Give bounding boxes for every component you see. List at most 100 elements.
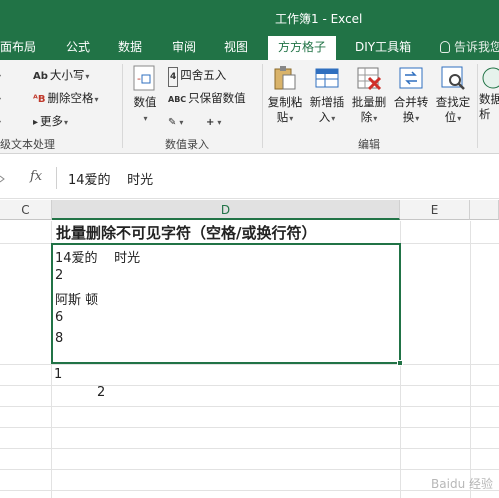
insert-button[interactable]: 新增插 入▾ <box>307 64 347 126</box>
merge-label-2: 换▾ <box>402 110 420 124</box>
cell-line-5: 8 <box>55 331 64 346</box>
heading-cell[interactable]: 批量删除不可见字符（空格/或换行符） <box>52 223 400 243</box>
cell-line-3: 阿斯 顿 <box>55 293 99 308</box>
round-button[interactable]: 4 四舍五入 <box>168 66 227 87</box>
batch-delete-button[interactable]: 批量删 除▾ <box>349 64 389 126</box>
watermark: Baidu 经验 <box>431 477 493 491</box>
partial-dropdown-1[interactable]: ▾ <box>0 66 1 84</box>
ribbon: ▾ ▾ ▾ Ab大小写▾ ᴬB删除空格▾ ▸更多▾ 级文本处理 - 数值 ▾ <box>0 60 499 154</box>
grid-line <box>470 221 471 498</box>
pen-icon: ✎ <box>168 117 177 128</box>
data-analysis-button[interactable]: 数据 析 <box>479 64 499 122</box>
insert-label-1: 新增插 <box>309 95 345 109</box>
more-button[interactable]: ▸ 更多▾ <box>33 112 68 130</box>
insert-table-icon <box>313 64 341 92</box>
merge-convert-icon <box>397 64 425 92</box>
more-label: 更多 <box>40 114 64 128</box>
batch-delete-label-1: 批量删 <box>351 95 387 109</box>
cell-line-4: 6 <box>55 310 64 325</box>
case-label: 大小写 <box>49 68 85 82</box>
column-header-f[interactable] <box>470 200 499 220</box>
grid-line <box>0 448 499 449</box>
analysis-label-1: 数据 <box>479 92 499 106</box>
batch-delete-label-2: 除▾ <box>360 110 378 124</box>
delete-spaces-icon: ᴬB <box>33 94 46 105</box>
find-icon <box>439 64 467 92</box>
tab-review[interactable]: 审阅 <box>172 36 196 60</box>
tab-data[interactable]: 数据 <box>118 36 142 60</box>
copy-paste-label-1: 复制粘 <box>267 95 303 109</box>
find-label-2: 位▾ <box>444 110 462 124</box>
formula-input[interactable]: 14爱的 时光 <box>68 169 153 188</box>
cell-value[interactable]: 1 <box>54 367 62 382</box>
keep-value-label: 只保留数值 <box>188 91 246 105</box>
partial-dropdown-2[interactable]: ▾ <box>0 89 1 107</box>
keep-value-button[interactable]: ABC 只保留数值 <box>168 89 246 107</box>
grid-line <box>0 427 499 428</box>
group-separator <box>262 64 263 148</box>
window-title: 工作簿1 - Excel <box>275 12 363 26</box>
analysis-label-2: 析 <box>479 107 491 121</box>
tell-me-box[interactable]: 告诉我您 <box>440 36 499 60</box>
find-locate-button[interactable]: 查找定 位▾ <box>433 64 473 126</box>
tab-view[interactable]: 视图 <box>224 36 248 60</box>
tab-fangfang-gezi[interactable]: 方方格子 <box>268 36 337 60</box>
copy-paste-label-2: 贴▾ <box>276 110 294 124</box>
plus-icon: + <box>206 117 215 128</box>
numeric-icon: - <box>131 64 159 92</box>
title-bar: 工作簿1 - Excel <box>0 0 499 36</box>
add-button[interactable]: + ▾ <box>206 112 221 130</box>
fx-icon[interactable]: fx <box>30 169 42 184</box>
column-header-c[interactable]: C <box>0 200 52 220</box>
cell-line-1: 14爱的 时光 <box>55 251 141 266</box>
excel-window: 工作簿1 - Excel 面布局 公式 数据 审阅 视图 方方格子 DIY工具箱… <box>0 0 499 498</box>
analysis-icon <box>479 64 499 92</box>
merge-convert-button[interactable]: 合并转 换▾ <box>391 64 431 126</box>
merge-label-1: 合并转 <box>393 95 429 109</box>
partial-dropdown-3[interactable]: ▾ <box>0 112 1 130</box>
insert-label-2: 入▾ <box>318 110 336 124</box>
grid-line <box>0 469 499 470</box>
more-icon: ▸ <box>33 117 39 128</box>
tab-formulas[interactable]: 公式 <box>66 36 90 60</box>
keep-value-icon: ABC <box>168 95 187 104</box>
delete-spaces-button[interactable]: ᴬB 删除空格▾ <box>33 89 99 107</box>
grid-line <box>0 385 499 386</box>
tab-page-layout[interactable]: 面布局 <box>0 36 36 60</box>
group-separator <box>122 64 123 148</box>
cell-line-2: 2 <box>55 268 64 283</box>
edit-tool-button[interactable]: ✎ ▾ <box>168 112 183 130</box>
column-header-e[interactable]: E <box>400 200 470 220</box>
grid-line <box>0 490 499 491</box>
numeric-button[interactable]: - 数值 ▾ <box>125 64 165 126</box>
formula-separator <box>56 167 57 189</box>
worksheet-grid[interactable]: 批量删除不可见字符（空格/或换行符） 14爱的 时光 2 阿斯 顿 6 8 1 … <box>0 221 499 498</box>
tell-me-text: 告诉我您 <box>454 40 499 54</box>
fill-handle[interactable] <box>397 360 403 366</box>
round-icon: 4 <box>168 67 179 87</box>
tab-diy-toolbox[interactable]: DIY工具箱 <box>355 36 411 60</box>
copy-paste-button[interactable]: 复制粘 贴▾ <box>265 64 305 126</box>
formula-bar: fx 14爱的 时光 <box>0 155 499 199</box>
column-header-d[interactable]: D <box>52 200 400 220</box>
delete-spaces-label: 删除空格 <box>47 91 94 105</box>
svg-text:-: - <box>137 72 141 85</box>
numeric-label: 数值 <box>133 95 157 109</box>
group-label-data-entry: 数值录入 <box>165 138 209 151</box>
clipboard-icon <box>271 64 299 92</box>
ribbon-tab-bar: 面布局 公式 数据 审阅 视图 方方格子 DIY工具箱 告诉我您 <box>0 36 499 60</box>
group-label-text-processing: 级文本处理 <box>0 138 55 151</box>
grid-line <box>0 406 499 407</box>
case-button[interactable]: Ab 大小写▾ <box>33 66 89 84</box>
case-icon: Ab <box>33 71 48 82</box>
cell-value[interactable]: 2 <box>97 385 105 400</box>
name-box[interactable] <box>0 167 12 189</box>
lightbulb-icon <box>440 41 450 53</box>
group-separator <box>477 64 478 148</box>
grid-line <box>0 364 499 365</box>
selected-cell[interactable]: 14爱的 时光 2 阿斯 顿 6 8 <box>51 243 403 366</box>
round-label: 四舍五入 <box>180 68 227 82</box>
find-label-1: 查找定 <box>435 95 471 109</box>
batch-delete-icon <box>355 64 383 92</box>
group-label-edit: 编辑 <box>358 138 380 151</box>
